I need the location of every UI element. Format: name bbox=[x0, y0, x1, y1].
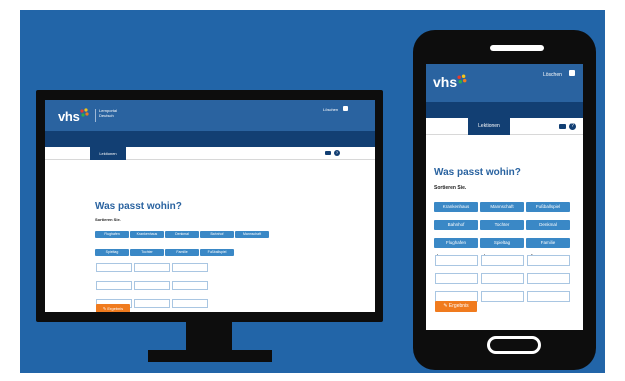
word-chip[interactable]: Denkmal bbox=[526, 220, 570, 230]
drop-slot[interactable] bbox=[481, 291, 524, 302]
logout-link[interactable]: Löschen bbox=[543, 72, 562, 78]
word-chip[interactable]: Denkmal bbox=[165, 231, 199, 238]
site-header-mobile: vhs Löschen bbox=[426, 64, 583, 102]
drop-slot[interactable] bbox=[435, 273, 478, 284]
phone-speaker bbox=[490, 45, 544, 51]
word-chip[interactable]: Mannschaft bbox=[235, 231, 269, 238]
word-chip[interactable]: Tochter bbox=[130, 249, 164, 256]
word-chip[interactable]: Flughafen bbox=[95, 231, 129, 238]
exercise-title: Was passt wohin? bbox=[434, 167, 521, 178]
word-chip[interactable]: Familie bbox=[165, 249, 199, 256]
exercise-title: Was passt wohin? bbox=[95, 201, 182, 212]
word-chip[interactable]: Bahnhof bbox=[200, 231, 234, 238]
drop-slot[interactable] bbox=[96, 263, 132, 272]
drop-slot[interactable] bbox=[527, 273, 570, 284]
drop-slot[interactable] bbox=[527, 255, 570, 266]
drop-slot[interactable] bbox=[435, 255, 478, 266]
printer-icon[interactable] bbox=[559, 124, 566, 129]
drop-slot[interactable] bbox=[134, 263, 170, 272]
monitor-stand-base bbox=[148, 350, 272, 362]
phone-screen: vhs Löschen Lektionen ? Was passt wohin?… bbox=[426, 64, 583, 330]
result-button[interactable]: ✎ Ergebnis bbox=[96, 304, 130, 312]
vhs-logo[interactable]: vhs bbox=[433, 74, 457, 90]
exercise-instruction: Sortieren Sie. bbox=[434, 185, 467, 191]
drop-slot[interactable] bbox=[481, 255, 524, 266]
tab-lektionen[interactable]: Lektionen bbox=[90, 147, 126, 160]
drop-slot[interactable] bbox=[96, 281, 132, 290]
word-chip[interactable]: Krankenhaus bbox=[130, 231, 164, 238]
logo-dots-icon bbox=[80, 108, 89, 117]
lock-icon[interactable] bbox=[343, 106, 348, 111]
help-icon[interactable]: ? bbox=[569, 123, 576, 130]
word-chip[interactable]: Fußballspiel bbox=[526, 202, 570, 212]
vhs-logo[interactable]: vhs bbox=[58, 109, 80, 124]
printer-icon[interactable] bbox=[325, 151, 331, 155]
check-icon: ✎ bbox=[102, 306, 107, 311]
word-chip[interactable]: Krankenhaus bbox=[434, 202, 478, 212]
desktop-screen: vhs Lernportal Deutsch Löschen Lektionen… bbox=[45, 100, 375, 312]
logo-dots-icon bbox=[457, 74, 467, 84]
nav-band bbox=[426, 102, 583, 118]
logo-separator bbox=[95, 109, 96, 122]
word-chip[interactable]: Mannschaft bbox=[480, 202, 524, 212]
drop-slot[interactable] bbox=[172, 299, 208, 308]
monitor-stand-neck bbox=[186, 322, 232, 352]
portal-name: Lernportal Deutsch bbox=[99, 108, 118, 118]
word-chip[interactable]: Spieltag bbox=[95, 249, 129, 256]
drop-slot[interactable] bbox=[134, 299, 170, 308]
word-chip[interactable]: Tochter bbox=[480, 220, 524, 230]
site-header: vhs Lernportal Deutsch Löschen bbox=[45, 100, 375, 131]
nav-band bbox=[45, 131, 375, 147]
result-button[interactable]: ✎ Ergebnis bbox=[435, 301, 477, 312]
drop-slot[interactable] bbox=[481, 273, 524, 284]
drop-slot[interactable] bbox=[134, 281, 170, 290]
check-icon: ✎ bbox=[443, 303, 448, 309]
exercise-instruction: Sortieren Sie. bbox=[95, 217, 121, 222]
drop-slot[interactable] bbox=[527, 291, 570, 302]
logout-link[interactable]: Löschen bbox=[323, 107, 338, 112]
drop-slot[interactable] bbox=[172, 263, 208, 272]
tab-lektionen[interactable]: Lektionen bbox=[468, 118, 510, 135]
help-icon[interactable]: ? bbox=[334, 150, 340, 156]
phone-home-button bbox=[487, 336, 541, 354]
word-chip[interactable]: Fußballspiel bbox=[200, 249, 234, 256]
drop-slot[interactable] bbox=[172, 281, 208, 290]
word-chip[interactable]: Bahnhof bbox=[434, 220, 478, 230]
lock-icon[interactable] bbox=[569, 70, 575, 76]
